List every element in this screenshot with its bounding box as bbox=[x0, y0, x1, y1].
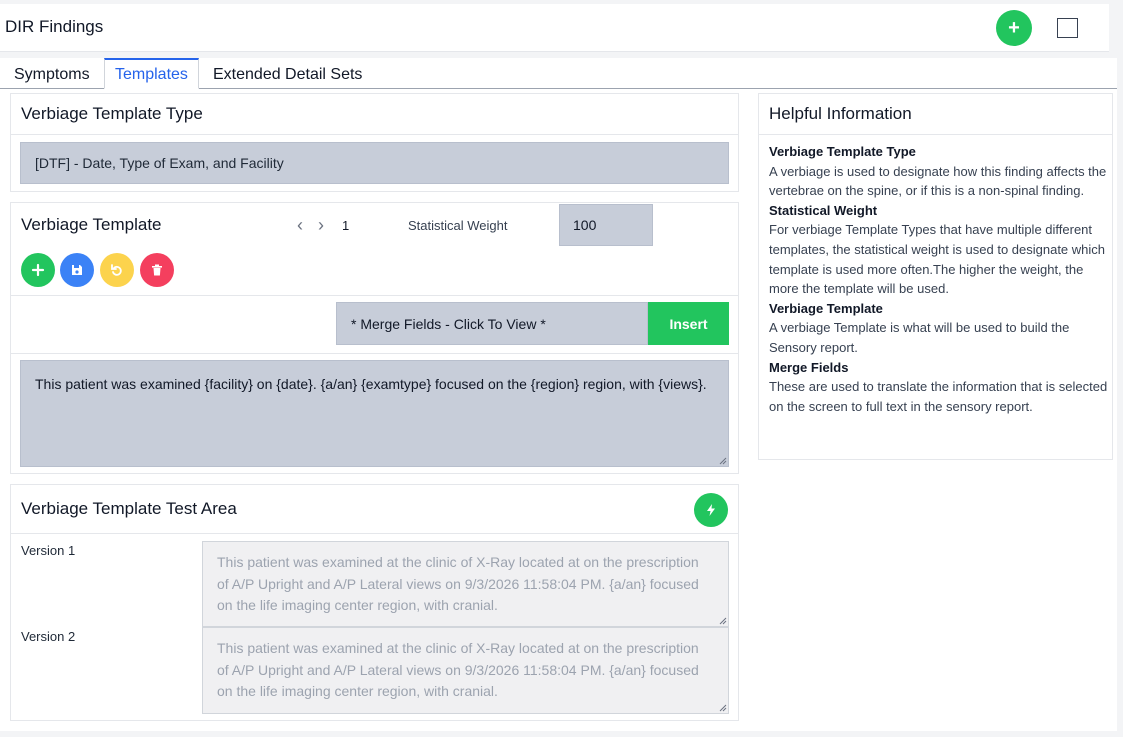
template-text: This patient was examined {facility} on … bbox=[35, 376, 707, 392]
chevron-left-icon[interactable]: ‹ bbox=[297, 215, 303, 235]
merge-fields-select[interactable]: * Merge Fields - Click To View * bbox=[336, 302, 648, 345]
select-checkbox[interactable] bbox=[1057, 18, 1078, 38]
divider bbox=[11, 295, 738, 296]
version-2-output[interactable]: This patient was examined at the clinic … bbox=[202, 627, 729, 714]
help-body: Verbiage Template Type A verbiage is use… bbox=[769, 142, 1109, 416]
template-card: Verbiage Template ‹ › 1 Statistical Weig… bbox=[10, 202, 739, 474]
version-2-label: Version 2 bbox=[21, 629, 76, 644]
tab-extended-detail-sets[interactable]: Extended Detail Sets bbox=[203, 58, 372, 89]
help-title: Helpful Information bbox=[769, 104, 912, 123]
test-area-card: Verbiage Template Test Area Version 1 Th… bbox=[10, 484, 739, 721]
resize-handle-icon[interactable] bbox=[719, 704, 727, 712]
chevron-right-icon[interactable]: › bbox=[318, 215, 324, 235]
divider bbox=[11, 134, 738, 135]
page-title: DIR Findings bbox=[5, 17, 104, 36]
save-icon bbox=[72, 265, 82, 275]
version-2-text: This patient was examined at the clinic … bbox=[217, 640, 699, 699]
resize-handle-icon[interactable] bbox=[719, 617, 727, 625]
trash-icon bbox=[152, 264, 162, 276]
insert-button[interactable]: Insert bbox=[648, 302, 729, 345]
divider bbox=[759, 134, 1112, 135]
plus-icon bbox=[31, 263, 45, 277]
help-card: Helpful Information Verbiage Template Ty… bbox=[758, 93, 1113, 460]
run-test-button[interactable] bbox=[694, 493, 728, 527]
template-text-area[interactable]: This patient was examined {facility} on … bbox=[20, 360, 729, 467]
add-finding-button[interactable]: + bbox=[996, 10, 1032, 46]
template-title: Verbiage Template bbox=[21, 215, 162, 234]
help-heading-statistical-weight: Statistical Weight bbox=[769, 202, 878, 218]
save-template-button[interactable] bbox=[60, 253, 94, 287]
delete-template-button[interactable] bbox=[140, 253, 174, 287]
page-header: DIR Findings + bbox=[0, 4, 1109, 52]
statistical-weight-input[interactable]: 100 bbox=[559, 204, 653, 246]
version-1-text: This patient was examined at the clinic … bbox=[217, 554, 699, 613]
template-page-number: 1 bbox=[342, 218, 350, 233]
add-template-button[interactable] bbox=[21, 253, 55, 287]
tab-templates[interactable]: Templates bbox=[104, 58, 199, 89]
divider bbox=[11, 533, 738, 534]
help-heading-merge-fields: Merge Fields bbox=[769, 359, 849, 375]
help-heading-template-type: Verbiage Template Type bbox=[769, 144, 916, 159]
undo-icon bbox=[111, 264, 122, 276]
help-heading-verbiage-template: Verbiage Template bbox=[769, 300, 883, 316]
template-type-card: Verbiage Template Type [DTF] - Date, Typ… bbox=[10, 93, 739, 192]
version-1-label: Version 1 bbox=[21, 543, 76, 558]
version-1-output[interactable]: This patient was examined at the clinic … bbox=[202, 541, 729, 627]
tab-bar: Symptoms Templates Extended Detail Sets bbox=[0, 58, 1117, 89]
help-text-template-type: A verbiage is used to designate how this… bbox=[769, 163, 1107, 199]
template-type-title: Verbiage Template Type bbox=[21, 104, 203, 123]
help-text-verbiage-template: A verbiage Template is what will be used… bbox=[769, 320, 1070, 355]
resize-handle-icon[interactable] bbox=[719, 457, 727, 465]
undo-template-button[interactable] bbox=[100, 253, 134, 287]
lightning-icon bbox=[707, 504, 715, 516]
help-text-merge-fields: These are used to translate the informat… bbox=[769, 379, 1108, 414]
help-text-statistical-weight: For verbiage Template Types that have mu… bbox=[769, 222, 1106, 297]
plus-icon: + bbox=[1008, 17, 1020, 39]
template-type-select[interactable]: [DTF] - Date, Type of Exam, and Facility bbox=[20, 142, 729, 184]
divider bbox=[11, 353, 738, 354]
tab-symptoms[interactable]: Symptoms bbox=[4, 58, 100, 89]
statistical-weight-label: Statistical Weight bbox=[408, 218, 508, 233]
test-area-title: Verbiage Template Test Area bbox=[21, 499, 237, 518]
